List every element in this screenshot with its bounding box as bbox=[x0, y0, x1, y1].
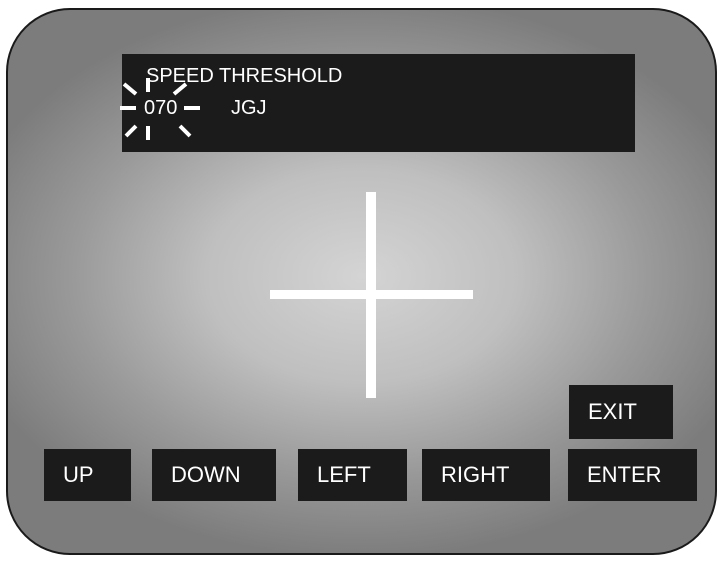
speed-unit-label: JGJ bbox=[231, 97, 267, 119]
crosshair-icon bbox=[270, 192, 473, 398]
speed-threshold-value: 070 bbox=[144, 97, 178, 119]
up-button[interactable]: UP bbox=[44, 449, 131, 501]
exit-button[interactable]: EXIT bbox=[569, 385, 673, 439]
right-button[interactable]: RIGHT bbox=[422, 449, 550, 501]
left-button[interactable]: LEFT bbox=[298, 449, 407, 501]
monitor-screen: SPEED THRESHOLD 070 JGJ EXIT UP DOWN LEF… bbox=[6, 8, 717, 555]
down-button[interactable]: DOWN bbox=[152, 449, 276, 501]
enter-button[interactable]: ENTER bbox=[568, 449, 697, 501]
